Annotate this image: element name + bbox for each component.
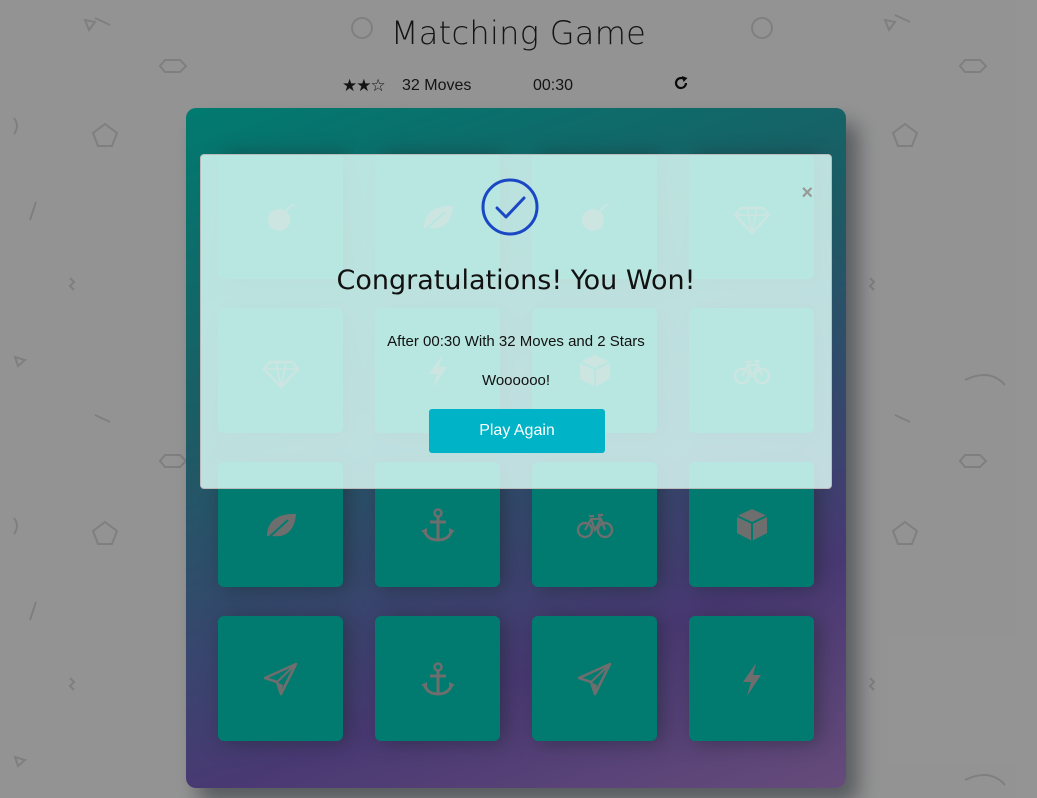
play-again-button[interactable]: Play Again (429, 409, 605, 453)
win-modal: × Congratulations! You Won! After 00:30 … (200, 154, 832, 489)
modal-heading: Congratulations! You Won! (336, 265, 696, 296)
modal-stats: After 00:30 With 32 Moves and 2 Stars (387, 333, 645, 350)
modal-message: Woooooo! (481, 372, 551, 389)
checkmark-circle-icon (481, 178, 539, 236)
close-icon[interactable]: × (801, 183, 813, 203)
